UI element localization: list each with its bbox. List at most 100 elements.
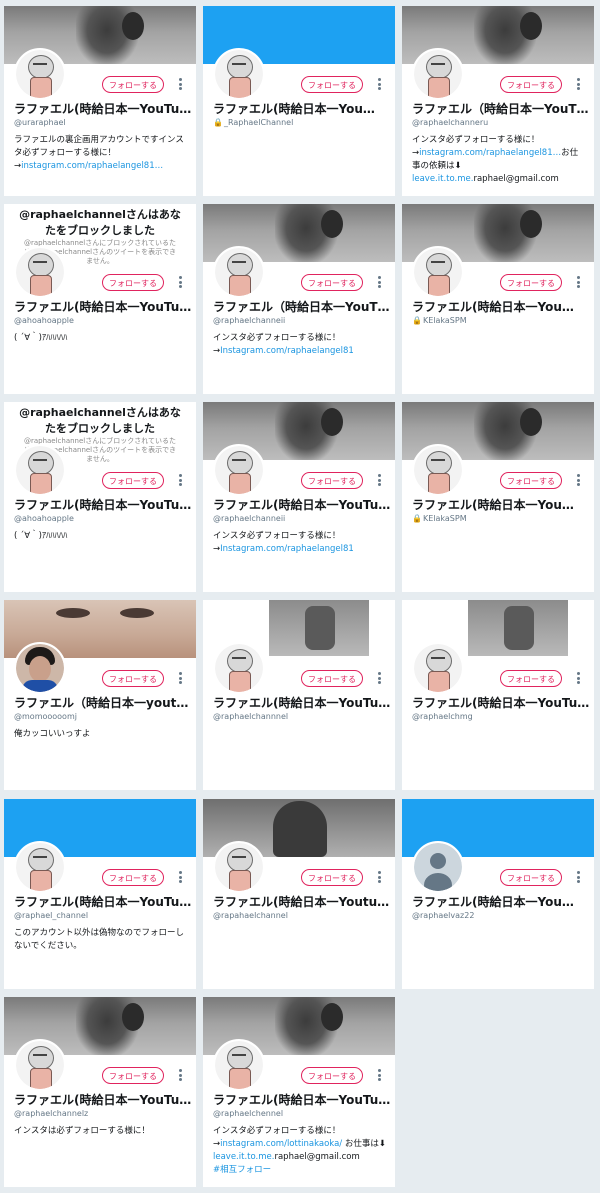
more-icon[interactable] <box>176 474 184 488</box>
bio-link[interactable]: Instagram.com/raphaelangel81 <box>220 346 354 356</box>
more-icon[interactable] <box>176 276 184 290</box>
user-card[interactable]: フォローする ラファエル(時給日本一You… 🔒KElakaSPM <box>402 204 594 394</box>
follow-button[interactable]: フォローする <box>102 869 164 886</box>
avatar[interactable] <box>213 246 265 298</box>
avatar[interactable] <box>213 841 265 893</box>
avatar[interactable] <box>213 642 265 694</box>
user-handle[interactable]: @raphaelchmg <box>412 712 473 722</box>
more-icon[interactable] <box>375 672 383 686</box>
user-handle[interactable]: 🔒KElakaSPM <box>412 316 467 326</box>
display-name[interactable]: ラファエル(時給日本一YouTu… <box>412 695 590 711</box>
display-name[interactable]: ラファエル（時給日本一yout… <box>14 695 192 711</box>
avatar[interactable] <box>213 48 265 100</box>
avatar[interactable] <box>412 444 464 496</box>
more-icon[interactable] <box>375 276 383 290</box>
follow-button[interactable]: フォローする <box>102 76 164 93</box>
more-icon[interactable] <box>375 474 383 488</box>
user-handle[interactable]: 🔒KElakaSPM <box>412 514 467 524</box>
user-card[interactable]: フォローする ラファエル（時給日本一yout… @momooooomj 俺カッコ… <box>4 600 196 790</box>
more-icon[interactable] <box>574 871 582 885</box>
user-handle[interactable]: @raphaelchanneii <box>213 514 285 524</box>
display-name[interactable]: ラファエル(時給日本一You… <box>213 101 391 117</box>
more-icon[interactable] <box>574 474 582 488</box>
display-name[interactable]: ラファエル（時給日本一YouT… <box>412 101 590 117</box>
display-name[interactable]: ラファエル(時給日本一YouTu… <box>14 101 192 117</box>
user-card[interactable]: フォローする ラファエル(時給日本一You… 🔒KElakaSPM <box>402 402 594 592</box>
user-card[interactable]: フォローする ラファエル(時給日本一Youtu… @rapahaelchanne… <box>203 799 395 989</box>
more-icon[interactable] <box>375 78 383 92</box>
user-handle[interactable]: @ahoahoapple <box>14 316 74 326</box>
follow-button[interactable]: フォローする <box>500 472 562 489</box>
avatar[interactable] <box>213 1039 265 1091</box>
more-icon[interactable] <box>574 78 582 92</box>
user-card[interactable]: フォローする ラファエル(時給日本一YouTu… @uraraphael ラファ… <box>4 6 196 196</box>
avatar[interactable] <box>14 841 66 893</box>
follow-button[interactable]: フォローする <box>301 670 363 687</box>
bio-link[interactable]: Instagram.com/raphaelangel81 <box>220 544 354 554</box>
more-icon[interactable] <box>574 672 582 686</box>
bio-link[interactable]: instagram.com/raphaelangel81… <box>21 161 163 171</box>
user-handle[interactable]: @ahoahoapple <box>14 514 74 524</box>
user-card[interactable]: フォローする ラファエル(時給日本一You… @raphaelvaz22 <box>402 799 594 989</box>
user-card[interactable]: フォローする ラファエル(時給日本一YouTu… @raphael_channe… <box>4 799 196 989</box>
follow-button[interactable]: フォローする <box>102 274 164 291</box>
avatar[interactable] <box>213 444 265 496</box>
bio-link[interactable]: instagram.com/lottinakaoka/ <box>220 1139 342 1149</box>
avatar[interactable] <box>14 444 66 496</box>
user-card[interactable]: フォローする ラファエル(時給日本一YouTu… @raphaelchannel… <box>4 997 196 1187</box>
follow-button[interactable]: フォローする <box>102 670 164 687</box>
follow-button[interactable]: フォローする <box>500 76 562 93</box>
more-icon[interactable] <box>574 276 582 290</box>
avatar[interactable] <box>14 642 66 694</box>
display-name[interactable]: ラファエル(時給日本一YouTu… <box>213 497 391 513</box>
user-card[interactable]: フォローする ラファエル（時給日本一YouT… @raphaelchanneru… <box>402 6 594 196</box>
user-card[interactable]: @raphaelchannelさんはあなたをブロックしました @raphaelc… <box>4 204 196 394</box>
user-handle[interactable]: @raphael_channel <box>14 911 88 921</box>
avatar[interactable] <box>412 841 464 893</box>
follow-button[interactable]: フォローする <box>500 670 562 687</box>
display-name[interactable]: ラファエル(時給日本一You… <box>412 299 590 315</box>
avatar[interactable] <box>14 1039 66 1091</box>
bio-link[interactable]: leave.it.to.me. <box>412 174 473 184</box>
display-name[interactable]: ラファエル(時給日本一You… <box>412 894 590 910</box>
follow-button[interactable]: フォローする <box>301 869 363 886</box>
user-handle[interactable]: 🔒_RaphaelChannel <box>213 118 293 128</box>
user-card[interactable]: フォローする ラファエル(時給日本一You… 🔒_RaphaelChannel <box>203 6 395 196</box>
follow-button[interactable]: フォローする <box>301 1067 363 1084</box>
follow-button[interactable]: フォローする <box>102 1067 164 1084</box>
more-icon[interactable] <box>375 871 383 885</box>
avatar[interactable] <box>14 48 66 100</box>
display-name[interactable]: ラファエル(時給日本一YouTu… <box>213 1092 391 1108</box>
avatar[interactable] <box>412 642 464 694</box>
more-icon[interactable] <box>176 78 184 92</box>
follow-button[interactable]: フォローする <box>301 472 363 489</box>
user-handle[interactable]: @raphaelchanneru <box>412 118 488 128</box>
display-name[interactable]: ラファエル（時給日本一YouT… <box>213 299 391 315</box>
user-handle[interactable]: @uraraphael <box>14 118 66 128</box>
follow-button[interactable]: フォローする <box>102 472 164 489</box>
user-handle[interactable]: @raphaelchannelz <box>14 1109 88 1119</box>
user-handle[interactable]: @raphaelvaz22 <box>412 911 474 921</box>
avatar[interactable] <box>412 246 464 298</box>
hashtag-link[interactable]: #相互フォロー <box>213 1165 271 1175</box>
follow-button[interactable]: フォローする <box>500 274 562 291</box>
display-name[interactable]: ラファエル(時給日本一YouTu… <box>14 299 192 315</box>
user-card[interactable]: @raphaelchannelさんはあなたをブロックしました @raphaelc… <box>4 402 196 592</box>
user-card[interactable]: フォローする ラファエル(時給日本一YouTu… @raphaelchennel… <box>203 997 395 1187</box>
follow-button[interactable]: フォローする <box>301 76 363 93</box>
bio-link[interactable]: leave.it.to.me. <box>213 1152 274 1162</box>
user-card[interactable]: フォローする ラファエル(時給日本一YouTu… @raphaelchmg <box>402 600 594 790</box>
more-icon[interactable] <box>176 672 184 686</box>
user-handle[interactable]: @raphaelchannnel <box>213 712 288 722</box>
more-icon[interactable] <box>375 1069 383 1083</box>
user-card[interactable]: フォローする ラファエル(時給日本一YouTu… @raphaelchannne… <box>203 600 395 790</box>
follow-button[interactable]: フォローする <box>500 869 562 886</box>
display-name[interactable]: ラファエル(時給日本一YouTu… <box>14 894 192 910</box>
user-card[interactable]: フォローする ラファエル（時給日本一YouT… @raphaelchanneii… <box>203 204 395 394</box>
user-handle[interactable]: @raphaelchanneii <box>213 316 285 326</box>
display-name[interactable]: ラファエル(時給日本一YouTu… <box>14 1092 192 1108</box>
display-name[interactable]: ラファエル(時給日本一YouTu… <box>14 497 192 513</box>
more-icon[interactable] <box>176 1069 184 1083</box>
user-handle[interactable]: @momooooomj <box>14 712 77 722</box>
avatar[interactable] <box>14 246 66 298</box>
